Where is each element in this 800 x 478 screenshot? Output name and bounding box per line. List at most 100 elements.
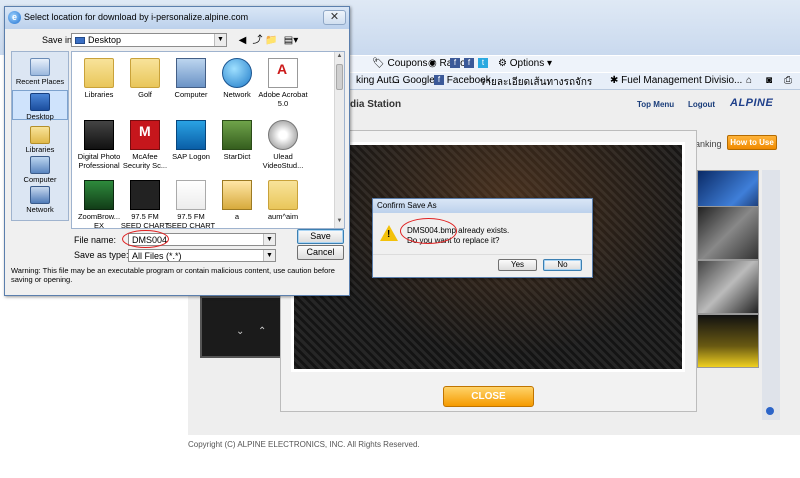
computer-icon — [30, 156, 50, 174]
file-item-zoombrowser[interactable]: ZoomBrow... EX — [74, 180, 124, 229]
close-icon[interactable]: ✕ — [323, 10, 346, 25]
bookmark-google-label: Google — [402, 75, 435, 86]
scroll-down-icon[interactable]: ▼ — [335, 218, 344, 224]
file-item-aum-aim[interactable]: aum^aim — [258, 180, 308, 221]
file-item-stardict[interactable]: StarDict — [212, 120, 262, 161]
network-icon — [30, 186, 50, 204]
options-label: Options — [509, 58, 545, 69]
file-item-adobe-acrobat[interactable]: Adobe Acrobat 5.0 — [258, 58, 308, 108]
desktop-mini-icon — [75, 37, 85, 45]
bookmark-fuel[interactable]: ✱ Fuel Management Divisio... — [610, 75, 742, 86]
up-folder-icon[interactable]: ⤴ — [251, 34, 264, 47]
place-label: Recent Places — [15, 77, 65, 86]
chevron-down-icon: ⌄ — [236, 326, 245, 337]
file-label: Network — [223, 90, 251, 99]
favorites-bar: king Aut... G Google f Facebook รายละเอี… — [350, 73, 800, 90]
no-button[interactable]: No — [543, 259, 582, 271]
close-button[interactable]: CLOSE — [443, 386, 534, 407]
file-item-mcafee[interactable]: McAfee Security Sc... — [120, 120, 170, 170]
places-bar: Recent Places Desktop Libraries Computer… — [11, 51, 69, 221]
file-item-golf[interactable]: Golf — [120, 58, 170, 99]
cancel-button[interactable]: Cancel — [297, 245, 344, 260]
document-icon — [130, 180, 160, 210]
file-item-seed-chart-1[interactable]: 97.5 FM SEED CHART TO... — [120, 180, 170, 228]
twitter-toolbar-icon[interactable]: t — [478, 58, 488, 69]
thumbnail-scroll-track[interactable] — [762, 170, 780, 420]
folder-icon — [222, 180, 252, 210]
place-desktop[interactable]: Desktop — [12, 90, 68, 121]
save-dialog: e Select location for download by i-pers… — [4, 6, 350, 296]
thumbnail-car[interactable] — [697, 206, 759, 260]
file-item-sap-logon[interactable]: SAP Logon — [166, 120, 216, 161]
facebook-toolbar-icon[interactable]: f — [450, 58, 460, 69]
folder-icon — [268, 180, 298, 210]
file-item-seed-chart-2[interactable]: 97.5 FM SEED CHART TO... — [166, 180, 216, 228]
save-in-label: Save in: — [42, 35, 75, 45]
chevron-down-icon: ▼ — [263, 234, 275, 245]
scrollbar-thumb[interactable] — [336, 64, 343, 90]
adobe-acrobat-icon — [268, 58, 298, 88]
sap-logon-icon — [176, 120, 206, 150]
thumbnail-tunnel[interactable] — [697, 314, 759, 368]
save-dialog-titlebar[interactable]: e Select location for download by i-pers… — [5, 7, 349, 29]
alpine-logo: ALPINE — [730, 97, 774, 109]
user-folder-icon — [130, 58, 160, 88]
chevron-down-icon: ▼ — [263, 250, 275, 261]
confirm-titlebar[interactable]: Confirm Save As — [373, 199, 592, 213]
file-label: Digital Photo Professional — [77, 152, 121, 170]
site-title: dia Station — [350, 99, 402, 110]
file-item-network[interactable]: Network — [212, 58, 262, 99]
view-menu-icon[interactable]: ▤▾ — [281, 34, 301, 47]
file-item-ulead[interactable]: Ulead VideoStud... — [258, 120, 308, 170]
place-label: Network — [26, 205, 54, 214]
home-icon[interactable]: ⌂ — [746, 75, 752, 86]
yes-button[interactable]: Yes — [498, 259, 537, 271]
coupons-menu[interactable]: 🏷 Coupons ▾ — [372, 58, 435, 69]
libraries-icon — [30, 126, 50, 144]
file-item-libraries[interactable]: Libraries — [74, 58, 124, 99]
place-computer[interactable]: Computer — [12, 156, 68, 184]
file-item-digital-photo[interactable]: Digital Photo Professional — [74, 120, 124, 170]
bookmark-google[interactable]: G Google — [392, 75, 435, 86]
place-network[interactable]: Network — [12, 186, 68, 214]
chevron-down-icon: ▼ — [214, 34, 226, 46]
annotation-circle — [400, 218, 457, 244]
back-icon[interactable]: ◀ — [236, 34, 249, 47]
facebook-toolbar-icon-2[interactable]: f — [464, 58, 474, 69]
how-to-use-button[interactable]: How to Use — [727, 135, 777, 150]
books-icon — [222, 120, 252, 150]
file-list-scrollbar[interactable]: ▲ ▼ — [334, 52, 344, 228]
save-in-select[interactable]: Desktop ▼ — [71, 33, 227, 47]
save-button[interactable]: Save — [297, 229, 344, 244]
place-recent-places[interactable]: Recent Places — [12, 58, 68, 86]
top-menu-link[interactable]: Top Menu — [637, 100, 674, 109]
file-label: a — [234, 212, 240, 221]
options-menu[interactable]: ⚙ Options ▾ — [498, 58, 552, 69]
bookmark-fuel-label: Fuel Management Divisio... — [621, 75, 743, 86]
chevron-up-icon: ⌃ — [258, 326, 267, 337]
scroll-up-icon[interactable]: ▲ — [335, 53, 344, 59]
rss-icon[interactable]: ◙ — [766, 75, 772, 86]
ie-icon: e — [8, 11, 21, 24]
file-name-label: File name: — [74, 235, 117, 245]
thumbnail-engine[interactable] — [697, 260, 759, 314]
head-unit-preview: ⌄ ⌃ — [200, 296, 290, 358]
thumbnail-scroll-knob[interactable] — [766, 407, 774, 415]
new-folder-icon[interactable]: 📁 — [265, 34, 278, 47]
file-label: aum^aim — [267, 212, 299, 221]
save-as-type-label: Save as type: — [74, 250, 129, 260]
print-icon[interactable]: ⎙ — [784, 75, 792, 86]
place-libraries[interactable]: Libraries — [12, 126, 68, 154]
file-item-a[interactable]: a — [212, 180, 262, 221]
ranking-label: anking — [695, 139, 722, 149]
file-label: ZoomBrow... EX — [77, 212, 121, 229]
logout-link[interactable]: Logout — [688, 100, 715, 109]
radio-button[interactable]: ◉ Radio — [428, 58, 466, 69]
bookmark-thai[interactable]: รายละเอียดเส้นทางรถจักร — [480, 75, 592, 90]
file-item-computer[interactable]: Computer — [166, 58, 216, 99]
computer-icon — [176, 58, 206, 88]
file-list[interactable]: Libraries Golf Computer Network Adobe Ac… — [71, 51, 345, 229]
mcafee-shield-icon — [130, 120, 160, 150]
copyright-text: Copyright (C) ALPINE ELECTRONICS, INC. A… — [188, 440, 420, 449]
save-as-type-select[interactable]: All Files (*.*) ▼ — [128, 249, 276, 262]
